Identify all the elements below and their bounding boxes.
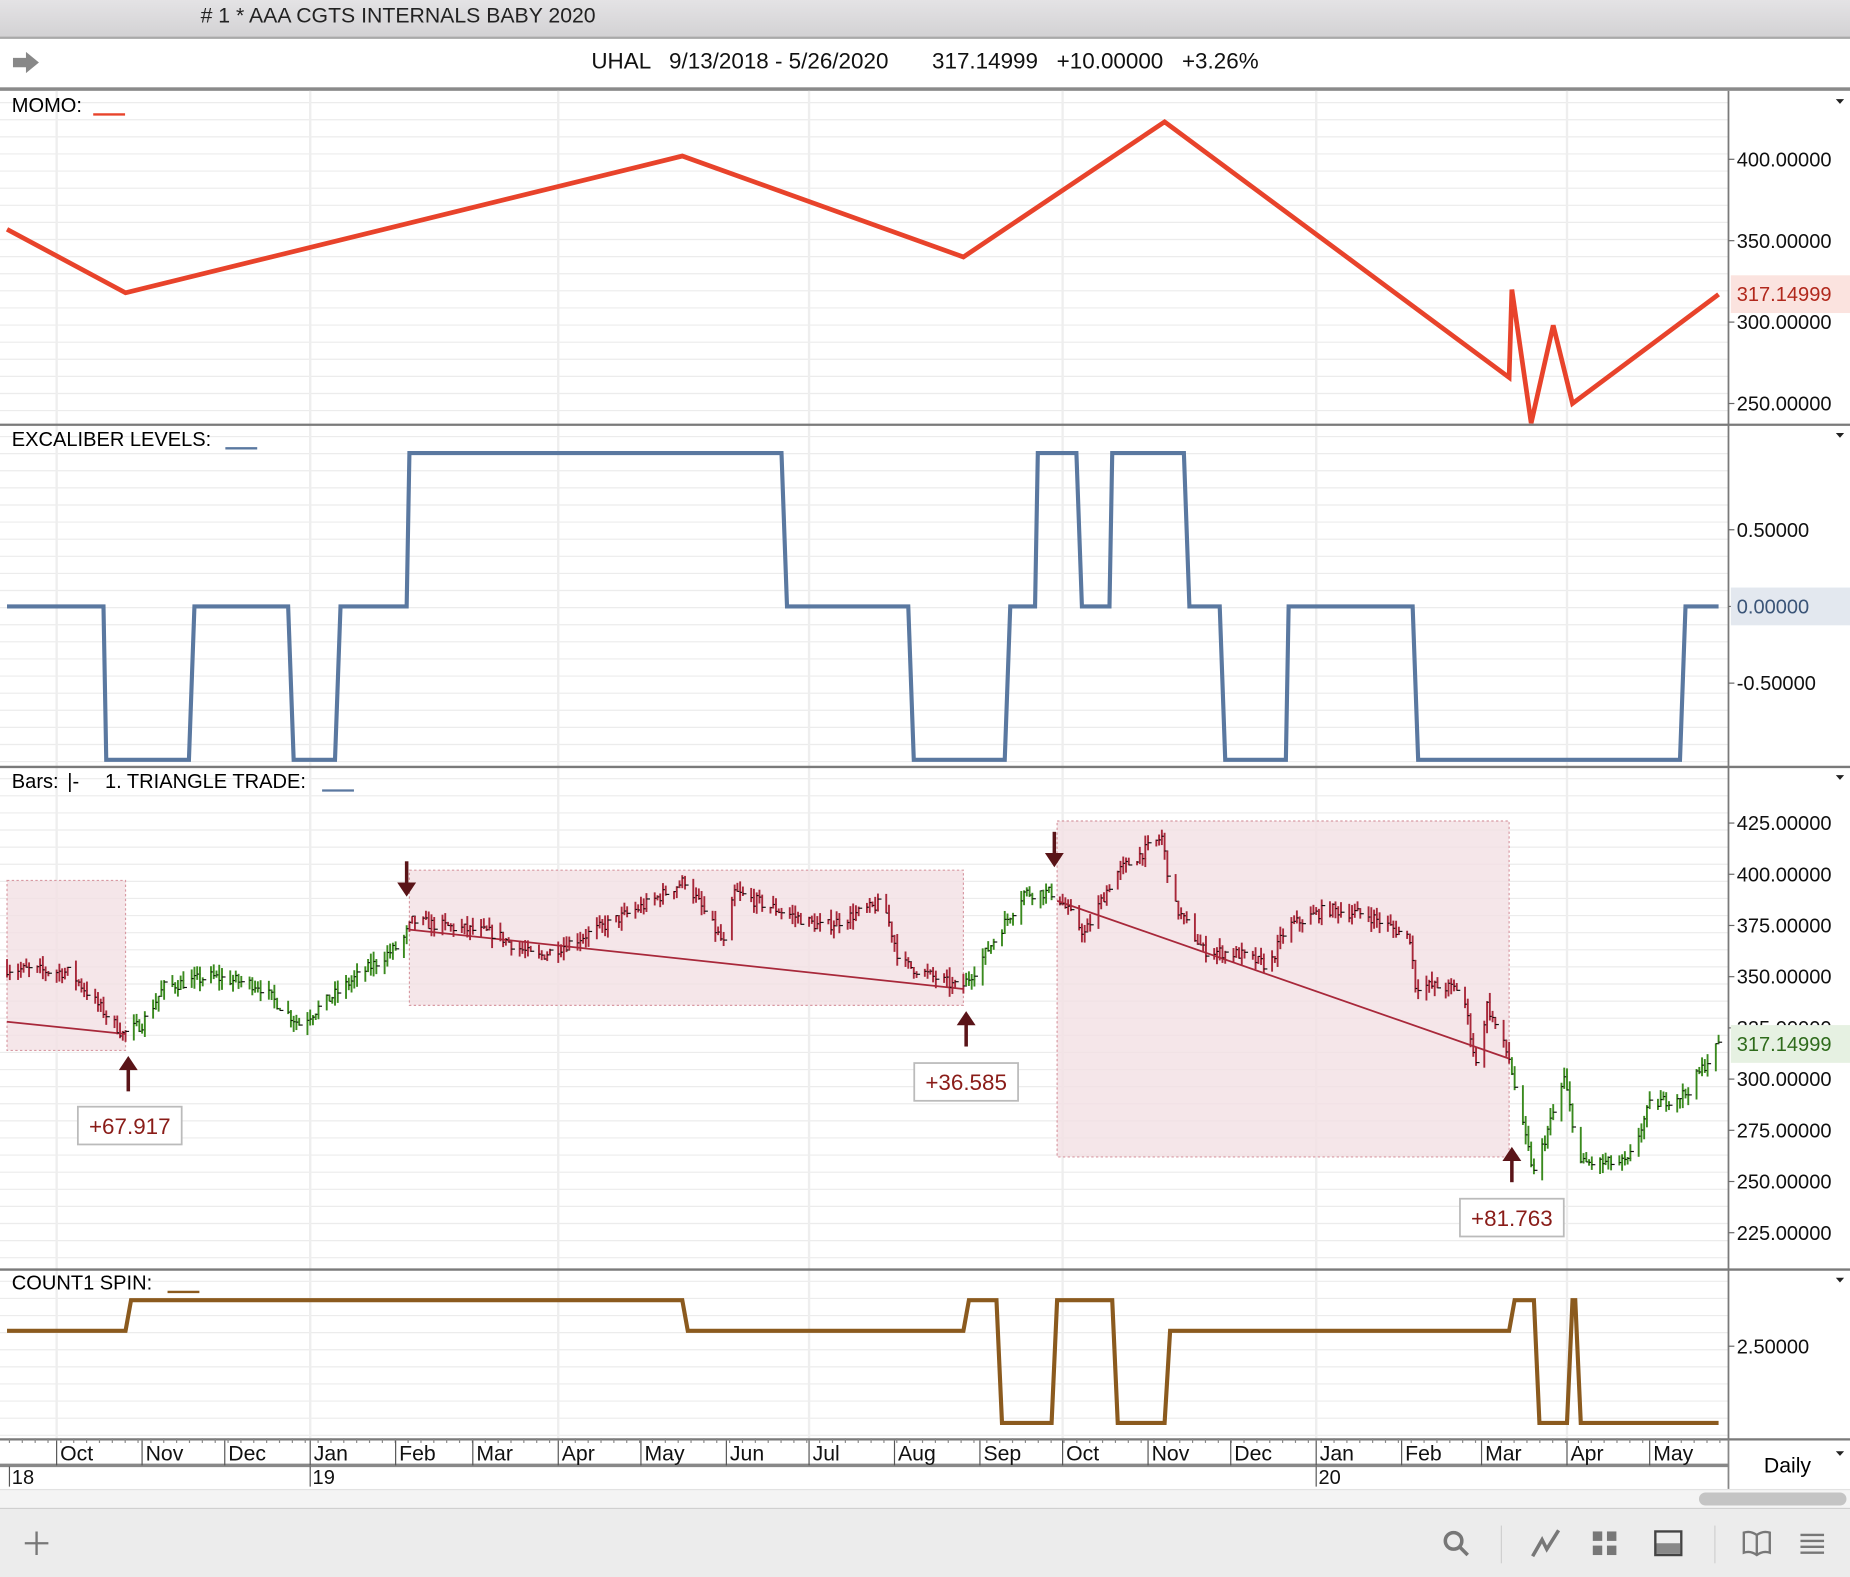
month-label: Jan <box>1320 1443 1354 1466</box>
y-tick-label: 300.00000 <box>1737 312 1832 334</box>
year-label: 18 <box>12 1467 34 1489</box>
month-label: Jan <box>314 1443 348 1466</box>
last-value-label: 317.14999 <box>1737 284 1832 306</box>
y-tick-label: 350.00000 <box>1737 967 1832 989</box>
bars-title[interactable]: Bars: <box>12 771 59 793</box>
month-label: May <box>1653 1443 1693 1466</box>
dropdown-arrow-icon[interactable] <box>1835 775 1845 780</box>
momo-title[interactable]: MOMO: <box>12 95 82 117</box>
book-icon[interactable] <box>1741 1528 1772 1559</box>
bars-style: |- <box>67 771 79 793</box>
month-label: Jul <box>813 1443 840 1466</box>
profit-label: +81.763 <box>1471 1206 1553 1231</box>
y-tick-label: 2.50000 <box>1737 1336 1809 1358</box>
y-tick-label: 0.50000 <box>1737 520 1809 542</box>
last-value-label: 0.00000 <box>1737 597 1809 619</box>
profit-label: +36.585 <box>925 1070 1007 1095</box>
month-label: Sep <box>983 1443 1021 1466</box>
y-tick-label: 300.00000 <box>1737 1069 1832 1091</box>
y-tick-label: 425.00000 <box>1737 813 1832 835</box>
count1-line <box>7 1298 1719 1425</box>
y-tick-label: -0.50000 <box>1737 673 1816 695</box>
month-label: Apr <box>562 1443 595 1466</box>
toolbar-divider <box>1500 1525 1502 1564</box>
scrollbar-thumb[interactable] <box>1698 1492 1847 1506</box>
month-label: Apr <box>1571 1443 1604 1466</box>
y-tick-label: 350.00000 <box>1737 231 1832 253</box>
dropdown-arrow-icon[interactable] <box>1835 433 1845 438</box>
chart-window: # 1 * AAA CGTS INTERNALS BABY 2020 UHAL … <box>0 0 1850 1577</box>
excaliber-title[interactable]: EXCALIBER LEVELS: <box>12 429 211 451</box>
last-value-label: 317.14999 <box>1737 1034 1832 1056</box>
month-label: Feb <box>399 1443 436 1466</box>
month-label: Dec <box>228 1443 266 1466</box>
menu-icon[interactable] <box>1797 1528 1828 1559</box>
month-label: Jun <box>730 1443 764 1466</box>
buy-arrow-icon <box>118 1055 138 1071</box>
dropdown-arrow-icon[interactable] <box>1835 99 1845 104</box>
year-label: 20 <box>1319 1467 1341 1489</box>
dropdown-arrow-icon[interactable] <box>1835 1277 1845 1283</box>
month-label: Oct <box>60 1443 93 1466</box>
y-tick-label: 225.00000 <box>1737 1223 1832 1245</box>
panel-layout-icon[interactable] <box>1653 1528 1684 1559</box>
grid-layout-icon[interactable] <box>1589 1528 1620 1559</box>
toolbar-divider <box>1714 1525 1716 1564</box>
y-tick-label: 250.00000 <box>1737 394 1832 416</box>
month-label: Mar <box>476 1443 513 1466</box>
month-label: Oct <box>1066 1443 1099 1466</box>
month-label: Mar <box>1485 1443 1522 1466</box>
timeframe-selector[interactable]: Daily <box>1764 1454 1812 1477</box>
search-icon[interactable] <box>1441 1528 1472 1559</box>
y-tick-label: 400.00000 <box>1737 864 1832 886</box>
chart-area[interactable]: +67.917 +36.585 +81.763 400.00000 350.00000… <box>0 0 1850 1489</box>
y-tick-label: 275.00000 <box>1737 1120 1832 1142</box>
excaliber-line <box>7 450 1719 762</box>
month-label: May <box>644 1443 684 1466</box>
y-tick-label: 375.00000 <box>1737 916 1832 938</box>
profit-label: +67.917 <box>89 1114 171 1139</box>
plus-icon[interactable] <box>21 1528 52 1559</box>
trade-box <box>1056 820 1510 1158</box>
month-label: Nov <box>146 1443 184 1466</box>
y-tick-label: 400.00000 <box>1737 149 1832 171</box>
month-label: Dec <box>1234 1443 1272 1466</box>
momo-line <box>5 118 1720 424</box>
bottom-toolbar <box>0 1507 1850 1577</box>
y-tick-label: 250.00000 <box>1737 1172 1832 1194</box>
month-label: Aug <box>898 1443 936 1466</box>
count1-title[interactable]: COUNT1 SPIN: <box>12 1273 152 1295</box>
line-tool-icon[interactable] <box>1530 1528 1561 1559</box>
horizontal-scrollbar[interactable] <box>0 1488 1850 1510</box>
year-label: 19 <box>313 1467 335 1489</box>
month-label: Nov <box>1152 1443 1190 1466</box>
month-label: Feb <box>1405 1443 1442 1466</box>
triangle-trade-title[interactable]: 1. TRIANGLE TRADE: <box>105 771 306 793</box>
